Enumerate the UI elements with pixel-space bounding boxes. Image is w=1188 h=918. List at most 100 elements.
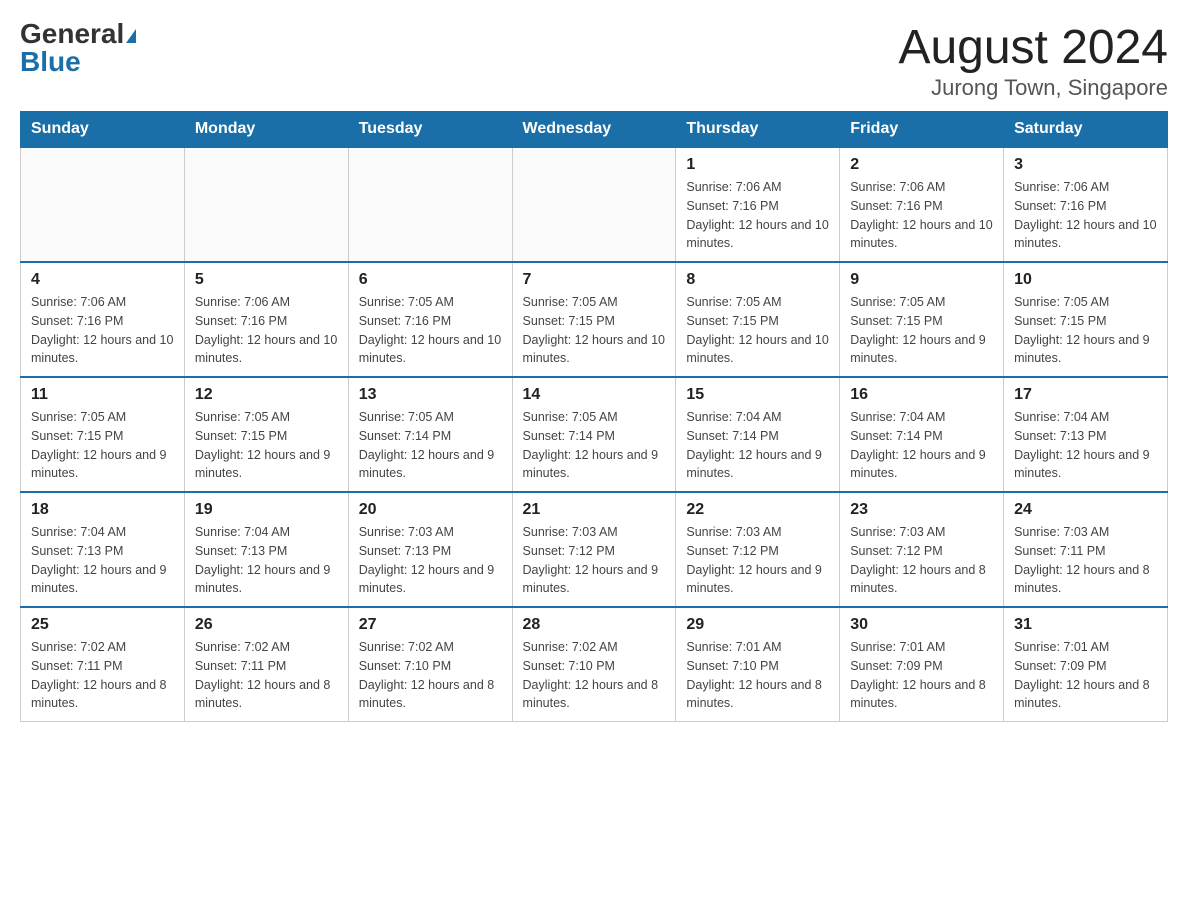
calendar-header-sunday: Sunday (21, 112, 185, 148)
day-info: Sunrise: 7:04 AM Sunset: 7:13 PM Dayligh… (31, 523, 174, 598)
day-info: Sunrise: 7:02 AM Sunset: 7:11 PM Dayligh… (195, 638, 338, 713)
day-info: Sunrise: 7:03 AM Sunset: 7:12 PM Dayligh… (523, 523, 666, 598)
calendar-header-tuesday: Tuesday (348, 112, 512, 148)
day-number: 3 (1014, 156, 1157, 174)
calendar-cell: 26 Sunrise: 7:02 AM Sunset: 7:11 PM Dayli… (184, 607, 348, 722)
calendar-header-thursday: Thursday (676, 112, 840, 148)
day-number: 5 (195, 271, 338, 289)
calendar-cell (348, 147, 512, 262)
logo: General Blue (20, 20, 136, 76)
day-info: Sunrise: 7:04 AM Sunset: 7:13 PM Dayligh… (195, 523, 338, 598)
day-number: 29 (686, 616, 829, 634)
day-info: Sunrise: 7:05 AM Sunset: 7:15 PM Dayligh… (31, 408, 174, 483)
location-subtitle: Jurong Town, Singapore (898, 75, 1168, 101)
calendar-cell (21, 147, 185, 262)
day-info: Sunrise: 7:04 AM Sunset: 7:14 PM Dayligh… (850, 408, 993, 483)
day-info: Sunrise: 7:01 AM Sunset: 7:09 PM Dayligh… (1014, 638, 1157, 713)
day-number: 16 (850, 386, 993, 404)
day-info: Sunrise: 7:05 AM Sunset: 7:14 PM Dayligh… (359, 408, 502, 483)
calendar-cell: 24 Sunrise: 7:03 AM Sunset: 7:11 PM Dayli… (1004, 492, 1168, 607)
day-number: 27 (359, 616, 502, 634)
day-number: 28 (523, 616, 666, 634)
day-info: Sunrise: 7:06 AM Sunset: 7:16 PM Dayligh… (686, 178, 829, 253)
week-row-3: 11 Sunrise: 7:05 AM Sunset: 7:15 PM Dayli… (21, 377, 1168, 492)
day-info: Sunrise: 7:05 AM Sunset: 7:15 PM Dayligh… (1014, 293, 1157, 368)
day-info: Sunrise: 7:06 AM Sunset: 7:16 PM Dayligh… (195, 293, 338, 368)
day-number: 30 (850, 616, 993, 634)
calendar-cell: 22 Sunrise: 7:03 AM Sunset: 7:12 PM Dayli… (676, 492, 840, 607)
calendar-cell: 20Sunrise: 7:03 AM Sunset: 7:13 PM Dayli… (348, 492, 512, 607)
calendar-cell: 10 Sunrise: 7:05 AM Sunset: 7:15 PM Dayli… (1004, 262, 1168, 377)
calendar-cell: 6 Sunrise: 7:05 AM Sunset: 7:16 PM Daylig… (348, 262, 512, 377)
day-number: 2 (850, 156, 993, 174)
day-number: 8 (686, 271, 829, 289)
week-row-4: 18 Sunrise: 7:04 AM Sunset: 7:13 PM Dayli… (21, 492, 1168, 607)
calendar-cell: 27Sunrise: 7:02 AM Sunset: 7:10 PM Dayli… (348, 607, 512, 722)
calendar-cell: 19 Sunrise: 7:04 AM Sunset: 7:13 PM Dayli… (184, 492, 348, 607)
month-title: August 2024 (898, 20, 1168, 75)
day-info: Sunrise: 7:02 AM Sunset: 7:10 PM Dayligh… (523, 638, 666, 713)
day-number: 21 (523, 501, 666, 519)
day-info: Sunrise: 7:05 AM Sunset: 7:15 PM Dayligh… (195, 408, 338, 483)
calendar-cell: 7 Sunrise: 7:05 AM Sunset: 7:15 PM Daylig… (512, 262, 676, 377)
calendar-cell: 30Sunrise: 7:01 AM Sunset: 7:09 PM Dayli… (840, 607, 1004, 722)
calendar-cell: 17 Sunrise: 7:04 AM Sunset: 7:13 PM Dayli… (1004, 377, 1168, 492)
calendar-cell: 8 Sunrise: 7:05 AM Sunset: 7:15 PM Daylig… (676, 262, 840, 377)
day-info: Sunrise: 7:05 AM Sunset: 7:15 PM Dayligh… (850, 293, 993, 368)
day-number: 11 (31, 386, 174, 404)
calendar-cell: 12 Sunrise: 7:05 AM Sunset: 7:15 PM Dayli… (184, 377, 348, 492)
calendar-header-friday: Friday (840, 112, 1004, 148)
day-number: 14 (523, 386, 666, 404)
day-info: Sunrise: 7:04 AM Sunset: 7:14 PM Dayligh… (686, 408, 829, 483)
day-number: 31 (1014, 616, 1157, 634)
logo-blue-text: Blue (20, 48, 136, 76)
calendar-cell: 28 Sunrise: 7:02 AM Sunset: 7:10 PM Dayli… (512, 607, 676, 722)
day-number: 24 (1014, 501, 1157, 519)
calendar-cell: 4Sunrise: 7:06 AM Sunset: 7:16 PM Daylig… (21, 262, 185, 377)
calendar-cell: 2 Sunrise: 7:06 AM Sunset: 7:16 PM Daylig… (840, 147, 1004, 262)
logo-triangle-icon (126, 29, 136, 43)
day-info: Sunrise: 7:05 AM Sunset: 7:16 PM Dayligh… (359, 293, 502, 368)
day-number: 18 (31, 501, 174, 519)
day-number: 13 (359, 386, 502, 404)
calendar-header-row: SundayMondayTuesdayWednesdayThursdayFrid… (21, 112, 1168, 148)
calendar-header-saturday: Saturday (1004, 112, 1168, 148)
day-number: 23 (850, 501, 993, 519)
day-number: 7 (523, 271, 666, 289)
day-info: Sunrise: 7:05 AM Sunset: 7:15 PM Dayligh… (523, 293, 666, 368)
day-info: Sunrise: 7:04 AM Sunset: 7:13 PM Dayligh… (1014, 408, 1157, 483)
week-row-5: 25Sunrise: 7:02 AM Sunset: 7:11 PM Dayli… (21, 607, 1168, 722)
day-info: Sunrise: 7:06 AM Sunset: 7:16 PM Dayligh… (1014, 178, 1157, 253)
calendar-cell: 13 Sunrise: 7:05 AM Sunset: 7:14 PM Dayli… (348, 377, 512, 492)
calendar-cell: 3 Sunrise: 7:06 AM Sunset: 7:16 PM Daylig… (1004, 147, 1168, 262)
calendar-cell: 29 Sunrise: 7:01 AM Sunset: 7:10 PM Dayli… (676, 607, 840, 722)
day-number: 19 (195, 501, 338, 519)
day-number: 1 (686, 156, 829, 174)
day-info: Sunrise: 7:01 AM Sunset: 7:10 PM Dayligh… (686, 638, 829, 713)
calendar-table: SundayMondayTuesdayWednesdayThursdayFrid… (20, 111, 1168, 722)
day-info: Sunrise: 7:05 AM Sunset: 7:14 PM Dayligh… (523, 408, 666, 483)
calendar-cell: 1 Sunrise: 7:06 AM Sunset: 7:16 PM Daylig… (676, 147, 840, 262)
day-number: 22 (686, 501, 829, 519)
calendar-cell: 14 Sunrise: 7:05 AM Sunset: 7:14 PM Dayli… (512, 377, 676, 492)
calendar-cell: 23Sunrise: 7:03 AM Sunset: 7:12 PM Dayli… (840, 492, 1004, 607)
calendar-cell (512, 147, 676, 262)
calendar-cell (184, 147, 348, 262)
day-number: 17 (1014, 386, 1157, 404)
day-info: Sunrise: 7:03 AM Sunset: 7:12 PM Dayligh… (686, 523, 829, 598)
day-info: Sunrise: 7:03 AM Sunset: 7:11 PM Dayligh… (1014, 523, 1157, 598)
day-number: 6 (359, 271, 502, 289)
logo-general-text: General (20, 18, 124, 49)
day-number: 12 (195, 386, 338, 404)
calendar-header-wednesday: Wednesday (512, 112, 676, 148)
week-row-2: 4Sunrise: 7:06 AM Sunset: 7:16 PM Daylig… (21, 262, 1168, 377)
day-number: 10 (1014, 271, 1157, 289)
day-info: Sunrise: 7:06 AM Sunset: 7:16 PM Dayligh… (850, 178, 993, 253)
calendar-cell: 11 Sunrise: 7:05 AM Sunset: 7:15 PM Dayli… (21, 377, 185, 492)
calendar-cell: 25Sunrise: 7:02 AM Sunset: 7:11 PM Dayli… (21, 607, 185, 722)
calendar-cell: 5 Sunrise: 7:06 AM Sunset: 7:16 PM Daylig… (184, 262, 348, 377)
day-number: 15 (686, 386, 829, 404)
day-number: 26 (195, 616, 338, 634)
day-info: Sunrise: 7:05 AM Sunset: 7:15 PM Dayligh… (686, 293, 829, 368)
calendar-cell: 16 Sunrise: 7:04 AM Sunset: 7:14 PM Dayli… (840, 377, 1004, 492)
